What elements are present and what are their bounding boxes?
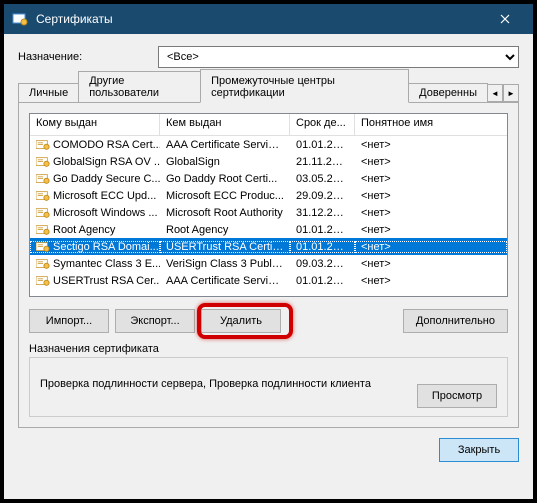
purpose-label: Назначение: — [18, 51, 158, 63]
tab-strip: Личные Другие пользователи Промежуточные… — [18, 78, 519, 102]
footer: Закрыть — [18, 438, 519, 462]
certificate-icon — [12, 11, 28, 27]
close-icon — [500, 14, 510, 24]
tab-intermediate-ca[interactable]: Промежуточные центры сертификации — [200, 69, 409, 103]
export-button[interactable]: Экспорт... — [115, 309, 195, 333]
tab-trusted[interactable]: Доверенны — [408, 83, 488, 102]
advanced-button[interactable]: Дополнительно — [403, 309, 508, 333]
window-title: Сертификаты — [36, 12, 485, 26]
table-row[interactable]: USERTrust RSA Cer...AAA Certificate Serv… — [30, 272, 507, 289]
purpose-select[interactable]: <Все> — [158, 46, 519, 68]
col-issued-by[interactable]: Кем выдан — [160, 114, 290, 135]
view-button[interactable]: Просмотр — [417, 384, 497, 408]
tab-personal[interactable]: Личные — [18, 83, 79, 102]
cert-purpose-title: Назначения сертификата — [29, 343, 508, 355]
column-headers: Кому выдан Кем выдан Срок де... Понятное… — [30, 114, 507, 136]
table-row[interactable]: GlobalSign RSA OV ...GlobalSign21.11.202… — [30, 153, 507, 170]
close-window-button[interactable]: Закрыть — [439, 438, 519, 462]
tab-panel: Кому выдан Кем выдан Срок де... Понятное… — [18, 102, 519, 428]
tab-scroll-left[interactable]: ◄ — [487, 84, 503, 102]
table-row[interactable]: Sectigo RSA Domai...USERTrust RSA Certif… — [30, 238, 507, 255]
col-friendly-name[interactable]: Понятное имя — [355, 114, 507, 135]
table-row[interactable]: Microsoft Windows ...Microsoft Root Auth… — [30, 204, 507, 221]
titlebar: Сертификаты — [4, 4, 533, 34]
certificate-list[interactable]: Кому выдан Кем выдан Срок де... Понятное… — [29, 113, 508, 297]
tab-scroll: ◄ ► — [487, 84, 519, 102]
tab-other-people[interactable]: Другие пользователи — [78, 71, 201, 102]
delete-button[interactable]: Удалить — [201, 309, 281, 333]
purpose-row: Назначение: <Все> — [18, 46, 519, 68]
table-row[interactable]: Symantec Class 3 E...VeriSign Class 3 Pu… — [30, 255, 507, 272]
cert-purpose-box: Проверка подлинности сервера, Проверка п… — [29, 357, 508, 417]
table-row[interactable]: Microsoft ECC Upd...Microsoft ECC Produc… — [30, 187, 507, 204]
col-issued-to[interactable]: Кому выдан — [30, 114, 160, 135]
import-button[interactable]: Импорт... — [29, 309, 109, 333]
table-row[interactable]: Root AgencyRoot Agency01.01.2040<нет> — [30, 221, 507, 238]
tab-scroll-right[interactable]: ► — [503, 84, 519, 102]
col-expires[interactable]: Срок де... — [290, 114, 355, 135]
table-row[interactable]: COMODO RSA Cert...AAA Certificate Servic… — [30, 136, 507, 153]
table-row[interactable]: Go Daddy Secure C...Go Daddy Root Certi.… — [30, 170, 507, 187]
button-row: Импорт... Экспорт... Удалить Дополнитель… — [29, 309, 508, 333]
close-button[interactable] — [485, 4, 525, 34]
